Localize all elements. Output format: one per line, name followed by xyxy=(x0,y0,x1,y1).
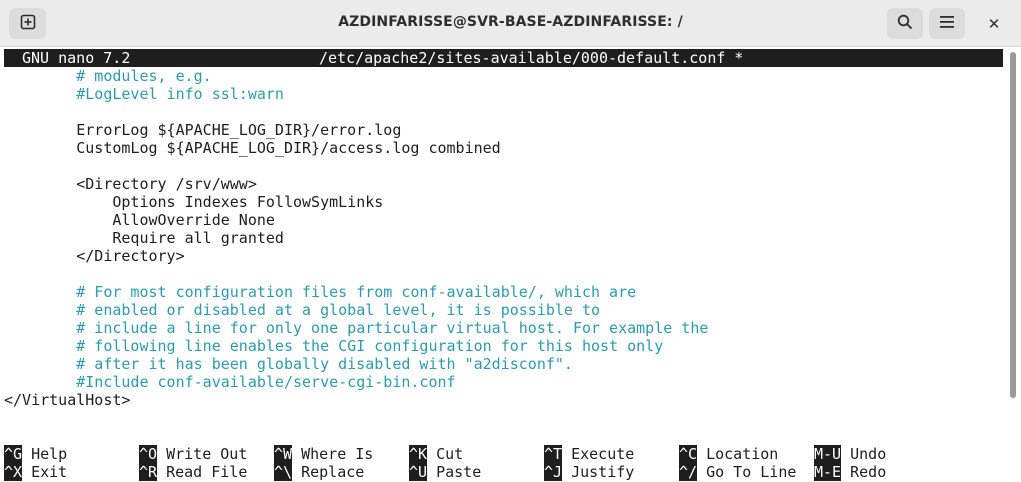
window-titlebar: AZDINFARISSE@SVR-BASE-AZDINFARISSE: / ✕ xyxy=(0,0,1021,47)
shortcut-label: Justify xyxy=(571,463,635,481)
scrollbar-thumb[interactable] xyxy=(1010,52,1016,398)
shortcut-key: ^W xyxy=(274,445,293,463)
search-button[interactable] xyxy=(887,8,923,39)
editor-line: Options Indexes FollowSymLinks xyxy=(4,193,384,211)
shortcut-key: M-U xyxy=(814,445,842,463)
editor-line: # after it has been globally disabled wi… xyxy=(4,355,573,373)
shortcut-label: Read File xyxy=(166,463,248,481)
shortcut-label: Help xyxy=(31,445,68,463)
editor-line: #LogLevel info ssl:warn xyxy=(4,85,284,103)
shortcut-execute[interactable]: ^T Execute xyxy=(544,445,634,463)
shortcut-label: Replace xyxy=(301,463,365,481)
shortcut-where-is[interactable]: ^W Where Is xyxy=(274,445,373,463)
editor-line: </Directory> xyxy=(4,247,185,265)
shortcut-label: Paste xyxy=(436,463,482,481)
shortcut-label: Redo xyxy=(850,463,887,481)
editor-line: AllowOverride None xyxy=(4,211,275,229)
hamburger-icon xyxy=(939,14,955,33)
shortcut-label: Go To Line xyxy=(706,463,797,481)
shortcut-key: ^T xyxy=(544,445,563,463)
editor-line: # modules, e.g. xyxy=(4,67,212,85)
nano-title-bar: GNU nano 7.2 /etc/apache2/sites-availabl… xyxy=(4,49,1003,67)
nano-filename: /etc/apache2/sites-available/000-default… xyxy=(319,49,744,67)
close-button[interactable]: ✕ xyxy=(976,8,1012,39)
shortcut-label: Where Is xyxy=(301,445,374,463)
shortcut-cut[interactable]: ^K Cut xyxy=(409,445,463,463)
shortcut-label: Cut xyxy=(436,445,464,463)
editor-line: ErrorLog ${APACHE_LOG_DIR}/error.log xyxy=(4,121,402,139)
menu-button[interactable] xyxy=(929,8,965,39)
editor-line: </VirtualHost> xyxy=(4,391,131,409)
shortcut-key: ^\ xyxy=(274,463,293,481)
shortcut-key: ^K xyxy=(409,445,428,463)
editor-line: #Include conf-available/serve-cgi-bin.co… xyxy=(4,373,456,391)
close-icon: ✕ xyxy=(987,14,1001,33)
shortcut-exit[interactable]: ^X Exit xyxy=(4,463,67,481)
shortcut-undo[interactable]: M-U Undo xyxy=(814,445,886,463)
editor-line: # enabled or disabled at a global level,… xyxy=(4,301,601,319)
editor-line: # include a line for only one particular… xyxy=(4,319,709,337)
shortcut-justify[interactable]: ^J Justify xyxy=(544,463,634,481)
shortcut-label: Exit xyxy=(31,463,68,481)
shortcut-key: ^/ xyxy=(679,463,698,481)
shortcut-help[interactable]: ^G Help xyxy=(4,445,67,463)
shortcut-redo[interactable]: M-E Redo xyxy=(814,463,886,481)
shortcut-location[interactable]: ^C Location xyxy=(679,445,778,463)
shortcut-key: ^U xyxy=(409,463,428,481)
shortcut-label: Undo xyxy=(850,445,887,463)
editor-line: CustomLog ${APACHE_LOG_DIR}/access.log c… xyxy=(4,139,501,157)
editor-line: # For most configuration files from conf… xyxy=(4,283,637,301)
shortcut-label: Execute xyxy=(571,445,635,463)
shortcut-key: ^C xyxy=(679,445,698,463)
shortcut-paste[interactable]: ^U Paste xyxy=(409,463,481,481)
shortcut-label: Write Out xyxy=(166,445,248,463)
shortcut-key: ^X xyxy=(4,463,23,481)
shortcut-go-to-line[interactable]: ^/ Go To Line xyxy=(679,463,796,481)
shortcut-key: M-E xyxy=(814,463,842,481)
editor-line: Require all granted xyxy=(4,229,284,247)
nano-version: GNU nano 7.2 xyxy=(22,49,131,67)
shortcut-key: ^R xyxy=(139,463,158,481)
shortcut-write-out[interactable]: ^O Write Out xyxy=(139,445,247,463)
shortcut-key: ^G xyxy=(4,445,23,463)
editor-line: # following line enables the CGI configu… xyxy=(4,337,664,355)
shortcut-key: ^O xyxy=(139,445,158,463)
terminal-area[interactable]: GNU nano 7.2 /etc/apache2/sites-availabl… xyxy=(0,48,1021,482)
magnifier-icon xyxy=(897,14,913,34)
shortcut-read-file[interactable]: ^R Read File xyxy=(139,463,247,481)
editor-line: <Directory /srv/www> xyxy=(4,175,257,193)
window-title: AZDINFARISSE@SVR-BASE-AZDINFARISSE: / xyxy=(338,14,683,30)
shortcut-label: Location xyxy=(706,445,779,463)
shortcut-key: ^J xyxy=(544,463,563,481)
shortcut-replace[interactable]: ^\ Replace xyxy=(274,463,364,481)
